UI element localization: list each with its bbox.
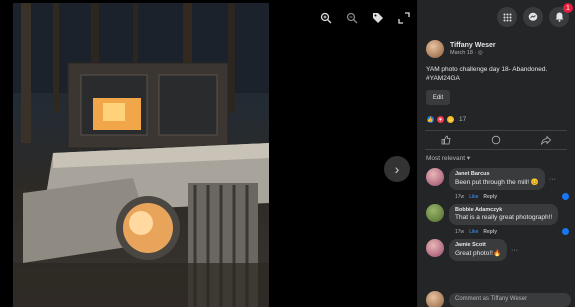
write-comment-row: Comment as Tiffany Weser: [426, 291, 571, 307]
care-reaction-icon: ☺: [446, 115, 455, 124]
comment-item: Janet Barcus Been put through the mill! …: [417, 164, 575, 200]
messenger-icon[interactable]: [523, 7, 543, 27]
author-avatar[interactable]: [426, 40, 444, 58]
love-reaction-icon: ♥: [436, 115, 445, 124]
comment-time[interactable]: 17w: [455, 229, 464, 235]
comment-like-link[interactable]: Like: [469, 194, 478, 200]
comment-reply-link[interactable]: Reply: [483, 229, 497, 235]
comment-bubble: Jamie Scott Great photo!!🔥: [449, 239, 508, 261]
fullscreen-icon[interactable]: [396, 10, 412, 26]
notifications-icon[interactable]: 1: [549, 3, 573, 27]
edit-button[interactable]: Edit: [426, 90, 450, 105]
post-date[interactable]: March 18 · ◎: [450, 50, 496, 56]
commenter-name[interactable]: Bobbie Adamczyk: [455, 207, 552, 213]
photo-viewer: ›: [0, 0, 417, 307]
comment-like-link[interactable]: Like: [469, 229, 478, 235]
post-actions: [417, 131, 575, 149]
comment-time[interactable]: 17w: [455, 194, 464, 200]
comment-like-reaction-icon: [562, 228, 569, 235]
reaction-count: 17: [459, 116, 467, 123]
commenter-avatar[interactable]: [426, 168, 444, 186]
post-header: Tiffany Weser March 18 · ◎: [417, 34, 575, 58]
comment-meta: 17w Like Reply: [449, 225, 569, 235]
current-user-avatar: [426, 291, 444, 307]
thumbs-up-icon: [441, 135, 451, 145]
comment-icon: [491, 135, 501, 145]
more-options-icon[interactable]: ···: [549, 176, 556, 183]
photo-illustration: [13, 3, 269, 307]
author-name[interactable]: Tiffany Weser: [450, 42, 496, 49]
post-date-text: March 18 ·: [450, 50, 477, 56]
commenter-avatar[interactable]: [426, 204, 444, 222]
comment-bubble: Bobbie Adamczyk That is a really great p…: [449, 204, 559, 225]
tag-icon[interactable]: [370, 10, 386, 26]
zoom-out-icon[interactable]: [344, 10, 360, 26]
post-photo[interactable]: [13, 3, 269, 307]
commenter-avatar[interactable]: [426, 239, 444, 257]
reaction-summary[interactable]: 👍 ♥ ☺ 17: [417, 105, 575, 124]
zoom-in-icon[interactable]: [318, 10, 334, 26]
menu-grid-icon[interactable]: [497, 7, 517, 27]
commenter-name[interactable]: Janet Barcus: [455, 171, 539, 177]
commenter-name[interactable]: Jamie Scott: [455, 242, 501, 248]
like-button[interactable]: [439, 134, 453, 146]
post-panel: 1 Tiffany Weser March 18 · ◎ YAM photo c…: [417, 0, 575, 307]
notification-badge: 1: [563, 3, 573, 13]
comment-button[interactable]: [489, 134, 503, 146]
top-bar: 1: [417, 0, 575, 34]
comment-sort-dropdown[interactable]: Most relevant ▾: [417, 150, 575, 164]
post-caption: YAM photo challenge day 18- Abandoned. #…: [426, 66, 548, 82]
comment-item: Jamie Scott Great photo!!🔥 ···: [417, 235, 575, 261]
viewer-toolbar: [318, 10, 412, 26]
like-reaction-icon: 👍: [426, 115, 435, 124]
comment-item: Bobbie Adamczyk That is a really great p…: [417, 200, 575, 235]
share-button[interactable]: [539, 134, 553, 146]
comment-text: Great photo!!🔥: [455, 250, 502, 257]
comment-text: That is a really great photograph!!: [455, 214, 553, 221]
next-photo-button[interactable]: ›: [384, 156, 410, 182]
privacy-globe-icon: ◎: [477, 50, 483, 56]
comment-reply-link[interactable]: Reply: [483, 194, 497, 200]
comment-input[interactable]: Comment as Tiffany Weser: [449, 293, 571, 307]
comment-bubble: Janet Barcus Been put through the mill! …: [449, 168, 545, 190]
more-options-icon[interactable]: ···: [511, 247, 518, 254]
chevron-right-icon: ›: [394, 161, 400, 177]
share-icon: [541, 135, 551, 145]
comment-text: Been put through the mill! 😊: [455, 179, 539, 186]
comment-meta: 17w Like Reply: [449, 190, 569, 200]
comment-like-reaction-icon: [562, 193, 569, 200]
